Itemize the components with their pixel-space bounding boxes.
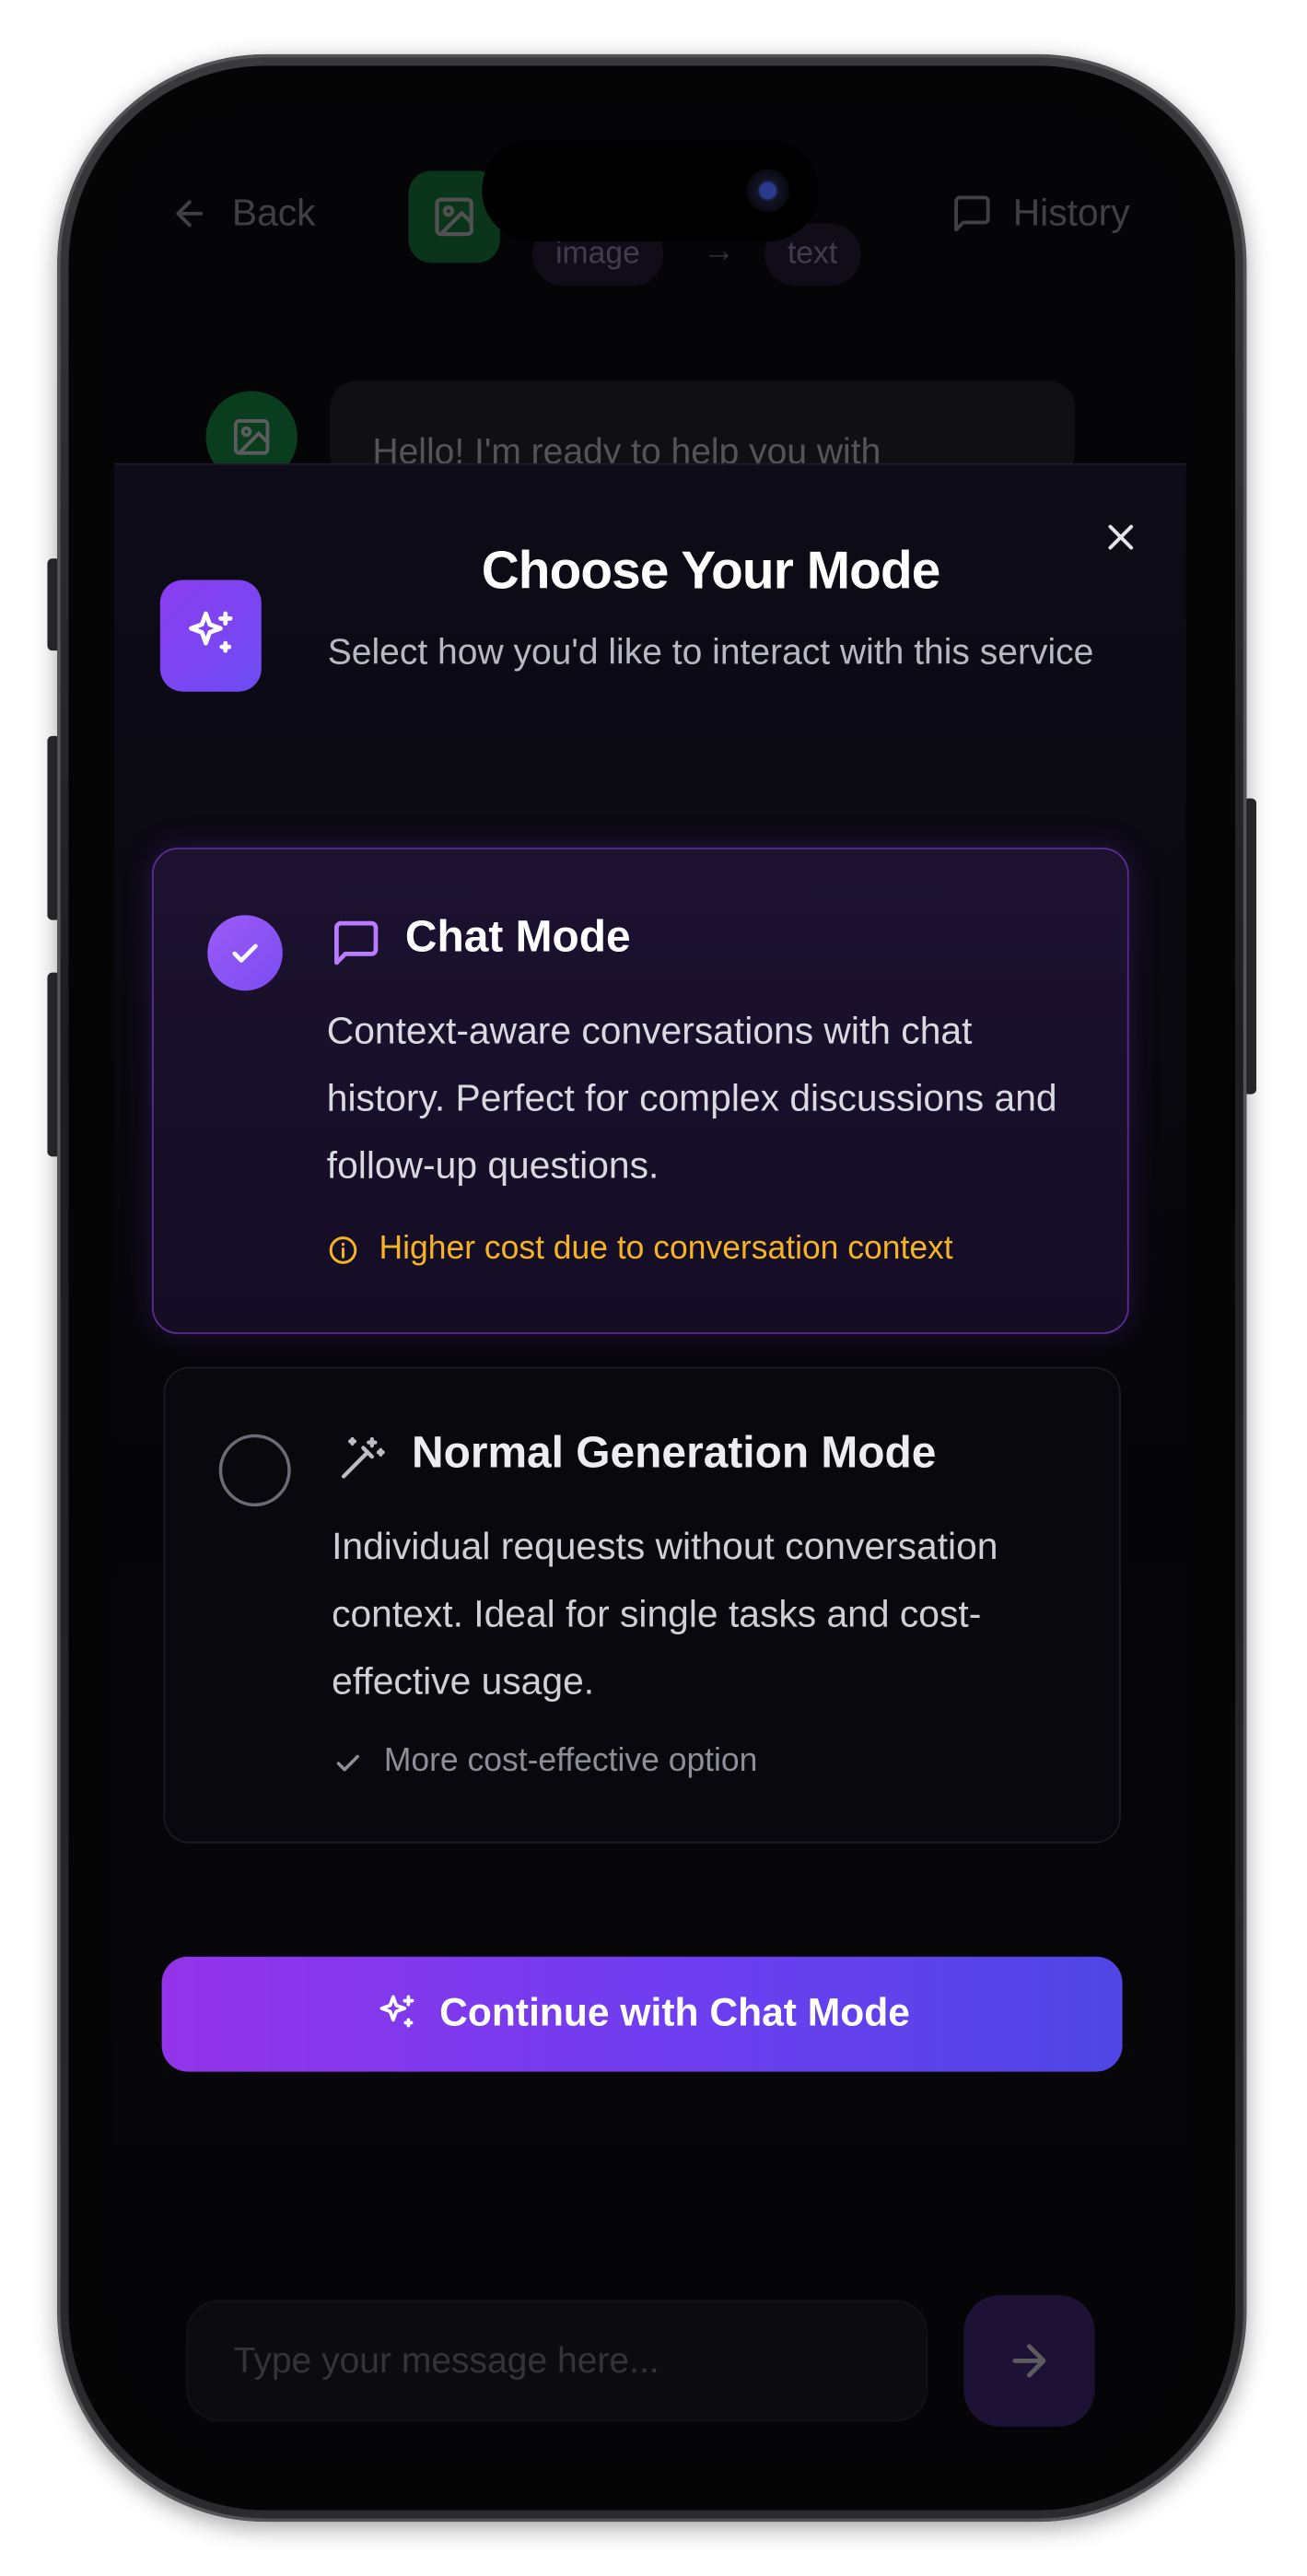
radio-selected[interactable] [207,915,283,991]
back-button[interactable]: Back [169,190,316,235]
image-icon [233,419,270,455]
mode-option-normal[interactable]: Normal Generation Mode Individual reques… [163,1366,1121,1844]
composer: Type your message here... [111,2139,1193,2465]
mode-option-chat[interactable]: Chat Mode Context-aware conversations wi… [151,848,1129,1334]
message-square-icon [954,194,990,231]
dialog-subtitle: Select how you'd like to interact with t… [327,630,1094,673]
mode-description: Context-aware conversations with chat hi… [326,1008,1057,1187]
mode-title: Chat Mode [404,911,631,962]
mode-title: Normal Generation Mode [411,1427,937,1478]
dialog-title: Choose Your Mode [481,540,941,600]
arrow-left-icon [176,199,204,227]
arrow-right-icon [1012,2344,1046,2378]
back-label: Back [231,190,316,234]
continue-button[interactable]: Continue with Chat Mode [161,1956,1123,2072]
mode-note: Higher cost due to conversation context [327,1231,953,1269]
history-label: History [1012,190,1130,234]
magic-wand-icon [333,1431,389,1487]
check-icon [232,943,258,963]
mode-description: Individual requests without conversation… [332,1524,998,1703]
screen: Back image → text History Hello! I'm rea… [111,108,1193,2465]
close-icon [1108,524,1134,550]
mode-note-text: Higher cost due to conversation context [379,1230,953,1267]
send-button[interactable] [963,2295,1095,2427]
continue-label: Continue with Chat Mode [439,1991,910,2036]
info-circle-icon [329,1235,357,1263]
mode-note: More cost-effective option [332,1743,757,1781]
history-button[interactable]: History [951,190,1130,235]
check-icon [336,1753,359,1771]
close-button[interactable] [1094,511,1147,564]
radio-unselected[interactable] [218,1434,291,1507]
camera-icon [746,169,789,213]
message-placeholder: Type your message here... [233,2339,659,2381]
mode-dialog: Choose Your Mode Select how you'd like t… [114,463,1186,2145]
message-square-icon [329,915,384,971]
dynamic-island [482,139,819,242]
mode-note-text: More cost-effective option [383,1742,758,1780]
sparkles-icon [159,580,262,692]
message-input[interactable]: Type your message here... [186,2300,928,2422]
sparkles-icon [379,1995,414,2028]
